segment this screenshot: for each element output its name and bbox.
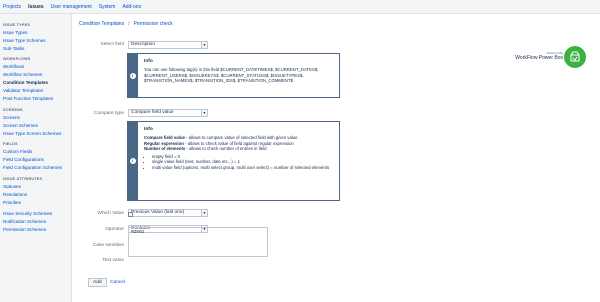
sidebar-item-condition-templates[interactable]: Condition Templates	[0, 80, 71, 85]
sidebar-item-resolutions[interactable]: Resolutions	[0, 192, 71, 197]
top-navigation: Projects Issues User management System A…	[0, 0, 600, 14]
sidebar-item-workflows[interactable]: Workflows	[0, 64, 71, 69]
nav-projects[interactable]: Projects	[3, 4, 21, 10]
sidebar-item-screen-schemes[interactable]: Screen Schemes	[0, 123, 71, 128]
select-field-dropdown[interactable]: Description ▼	[128, 41, 208, 49]
branding-text: Powered By WorkFlow Power Box	[505, 51, 563, 61]
info-tags-text: You can use following tag(s) in this fie…	[144, 67, 319, 83]
sidebar-section-fields: FIELDS	[3, 142, 18, 147]
sidebar-item-validator-templates[interactable]: Validator Templates	[0, 88, 71, 93]
which-value-label: Which Value	[97, 211, 124, 216]
sidebar-item-screens[interactable]: Screens	[0, 115, 71, 120]
chevron-down-icon: ▼	[201, 210, 207, 216]
breadcrumb: Condition Templates / Permission check	[79, 21, 173, 27]
operator-label: Operator	[105, 227, 124, 232]
sidebar-item-issue-type-schemes[interactable]: Issue Type Schemes	[0, 38, 71, 43]
sidebar-item-priorities[interactable]: Priorities	[0, 200, 71, 205]
case-sensitive-checkbox[interactable]	[128, 212, 133, 217]
which-value-value: Previous Value (last one)	[131, 210, 185, 215]
info-title: Info	[144, 127, 153, 132]
compare-type-dropdown[interactable]: Compare field value ▼	[128, 109, 208, 117]
sidebar-item-field-configuration-schemes[interactable]: Field Configuration Schemes	[0, 165, 71, 170]
nav-add-ons[interactable]: Add-ons	[122, 4, 141, 10]
sidebar-item-statuses[interactable]: Statuses	[0, 184, 71, 189]
sidebar-item-permission-schemes[interactable]: Permission Schemes	[0, 227, 71, 232]
info-box-tags: i Info You can use following tag(s) in t…	[127, 53, 340, 98]
chevron-down-icon: ▼	[201, 110, 207, 116]
add-button[interactable]: Add	[88, 278, 107, 287]
workflow-power-box-logo-icon	[564, 46, 586, 68]
sidebar-item-issue-types[interactable]: Issue Types	[0, 30, 71, 35]
sidebar-item-field-configurations[interactable]: Field Configurations	[0, 157, 71, 162]
compare-type-label: Compare type	[93, 111, 124, 116]
info-title: Info	[144, 59, 153, 64]
nav-user-management[interactable]: User management	[51, 4, 92, 10]
sidebar-item-issue-type-screen-schemes[interactable]: Issue Type Screen Schemes	[0, 131, 71, 136]
list-item: multi value field (options, multi select…	[152, 165, 339, 171]
info-compare-line-3: Number of elements - allows to check num…	[144, 146, 267, 151]
sidebar-section-issue-types: ISSUE TYPES	[3, 23, 31, 27]
sidebar-section-workflows: WORKFLOWS	[3, 57, 31, 62]
info-compare-bullets: empty field = 0 single value field (text…	[152, 154, 339, 171]
which-value-dropdown[interactable]: Previous Value (last one) ▼	[128, 209, 208, 217]
text-value-input[interactable]: MZ002	[128, 227, 268, 257]
breadcrumb-permission-check[interactable]: Permission check	[134, 21, 173, 27]
sidebar-section-screens: SCREENS	[3, 107, 23, 112]
sidebar-item-post-function-templates[interactable]: Post Function Templates	[0, 96, 71, 101]
text-value-label: Text value	[102, 258, 124, 263]
case-sensitive-label: Case sensitive	[92, 243, 124, 248]
info-icon: i	[129, 72, 136, 79]
info-box-compare: i Info Compare field value - allows to c…	[127, 121, 340, 201]
cancel-link[interactable]: Cancel	[110, 280, 125, 285]
sidebar-item-workflow-schemes[interactable]: Workflow Schemes	[0, 72, 71, 77]
nav-issues[interactable]: Issues	[28, 4, 44, 10]
sidebar-section-issue-attributes: ISSUE ATTRIBUTES	[3, 176, 43, 181]
breadcrumb-separator: /	[128, 21, 130, 27]
select-field-label: Select field	[100, 42, 124, 47]
sidebar-item-custom-fields[interactable]: Custom Fields	[0, 149, 71, 154]
box-icon	[570, 51, 580, 62]
info-icon: i	[129, 158, 136, 164]
select-field-value: Description	[131, 42, 155, 47]
nav-system[interactable]: System	[99, 4, 116, 10]
product-name: WorkFlow Power Box	[515, 55, 563, 61]
breadcrumb-condition-templates[interactable]: Condition Templates	[79, 21, 124, 27]
admin-sidebar: ISSUE TYPES Issue Types Issue Type Schem…	[0, 14, 72, 302]
sidebar-item-sub-tasks[interactable]: Sub-Tasks	[0, 46, 71, 51]
chevron-down-icon: ▼	[201, 42, 207, 48]
compare-type-value: Compare field value	[131, 110, 174, 115]
sidebar-item-issue-security-schemes[interactable]: Issue Security Schemes	[0, 211, 71, 216]
sidebar-item-notification-schemes[interactable]: Notification Schemes	[0, 219, 71, 224]
